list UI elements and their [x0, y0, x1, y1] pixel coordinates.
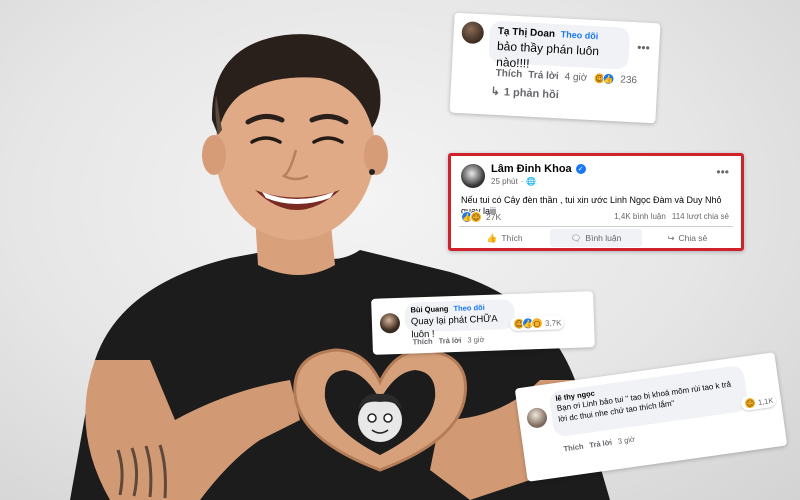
like-link[interactable]: Thích: [412, 337, 432, 347]
reaction-icons[interactable]: ☺ 👍: [593, 72, 615, 86]
action-divider: [459, 226, 733, 227]
globe-icon: 🌐: [526, 177, 537, 186]
reply-link[interactable]: Trả lời: [589, 438, 613, 450]
comment-time[interactable]: 3 giờ: [617, 435, 635, 446]
commenter-name[interactable]: Bùi Quang: [410, 304, 448, 314]
comment-count[interactable]: 1,4K bình luận: [614, 212, 666, 221]
view-replies-link[interactable]: 1 phản hồi: [504, 86, 560, 101]
reply-link[interactable]: Trả lời: [528, 69, 559, 82]
reaction-count[interactable]: 1,1K: [757, 395, 774, 406]
like-link[interactable]: Thích: [563, 442, 584, 454]
comment-bubble: Tạ Thị Doan Theo dõi bảo thầy phán luôn …: [488, 20, 631, 71]
comment-icon: 🗨: [570, 232, 582, 243]
more-options-icon[interactable]: •••: [637, 40, 650, 55]
reaction-icons[interactable]: ☺ 👍 ○: [512, 316, 544, 330]
more-options-icon[interactable]: •••: [716, 165, 729, 179]
comment-button[interactable]: 🗨 Bình luận: [550, 229, 642, 247]
verified-badge-icon: ✓: [575, 164, 586, 174]
comment-card-ta-thi-doan: Tạ Thị Doan Theo dõi bảo thầy phán luôn …: [449, 12, 661, 124]
avatar[interactable]: [379, 312, 401, 334]
comment-time[interactable]: 4 giờ: [564, 71, 587, 83]
reaction-count[interactable]: 3,7K: [545, 318, 562, 328]
share-button[interactable]: ↪ Chia sẻ: [642, 229, 733, 247]
like-react-icon: 👍: [602, 72, 615, 86]
share-icon: ↪: [667, 232, 675, 243]
cartoon-print: [358, 393, 402, 442]
comment-time[interactable]: 3 giờ: [467, 335, 484, 345]
post-time[interactable]: 25 phút: [491, 177, 518, 186]
like-link[interactable]: Thích: [495, 67, 522, 79]
author-avatar[interactable]: [461, 164, 485, 188]
like-icon: 👍: [486, 232, 498, 243]
reaction-icons[interactable]: 👍 ☺: [461, 211, 482, 223]
comment-card-bui-quang: Bùi Quang Theo dõi Quay lại phát CHỮA lu…: [371, 291, 595, 355]
avatar: [461, 21, 485, 45]
reply-arrow-icon: ↳: [490, 85, 501, 99]
post-author-name[interactable]: Lâm Đinh Khoa: [491, 163, 572, 175]
post-reaction-count[interactable]: 27K: [486, 212, 501, 222]
haha-react-icon: ☺: [743, 396, 757, 410]
wow-react-icon: ○: [530, 316, 544, 330]
like-button[interactable]: 👍 Thích: [459, 229, 550, 247]
follow-link[interactable]: Theo dõi: [561, 29, 599, 41]
post-card-lam-dinh-khoa: Lâm Đinh Khoa ✓ 25 phút · 🌐 ••• Nếu tui …: [448, 153, 744, 251]
reaction-count[interactable]: 236: [620, 74, 637, 86]
share-count[interactable]: 114 lượt chia sẻ: [672, 212, 729, 221]
haha-react-icon: ☺: [470, 211, 482, 223]
follow-link[interactable]: Theo dõi: [453, 303, 485, 313]
avatar[interactable]: [525, 406, 549, 430]
comment-bubble: Bùi Quang Theo dõi Quay lại phát CHỮA lu…: [404, 298, 516, 341]
reply-link[interactable]: Trả lời: [438, 336, 461, 346]
